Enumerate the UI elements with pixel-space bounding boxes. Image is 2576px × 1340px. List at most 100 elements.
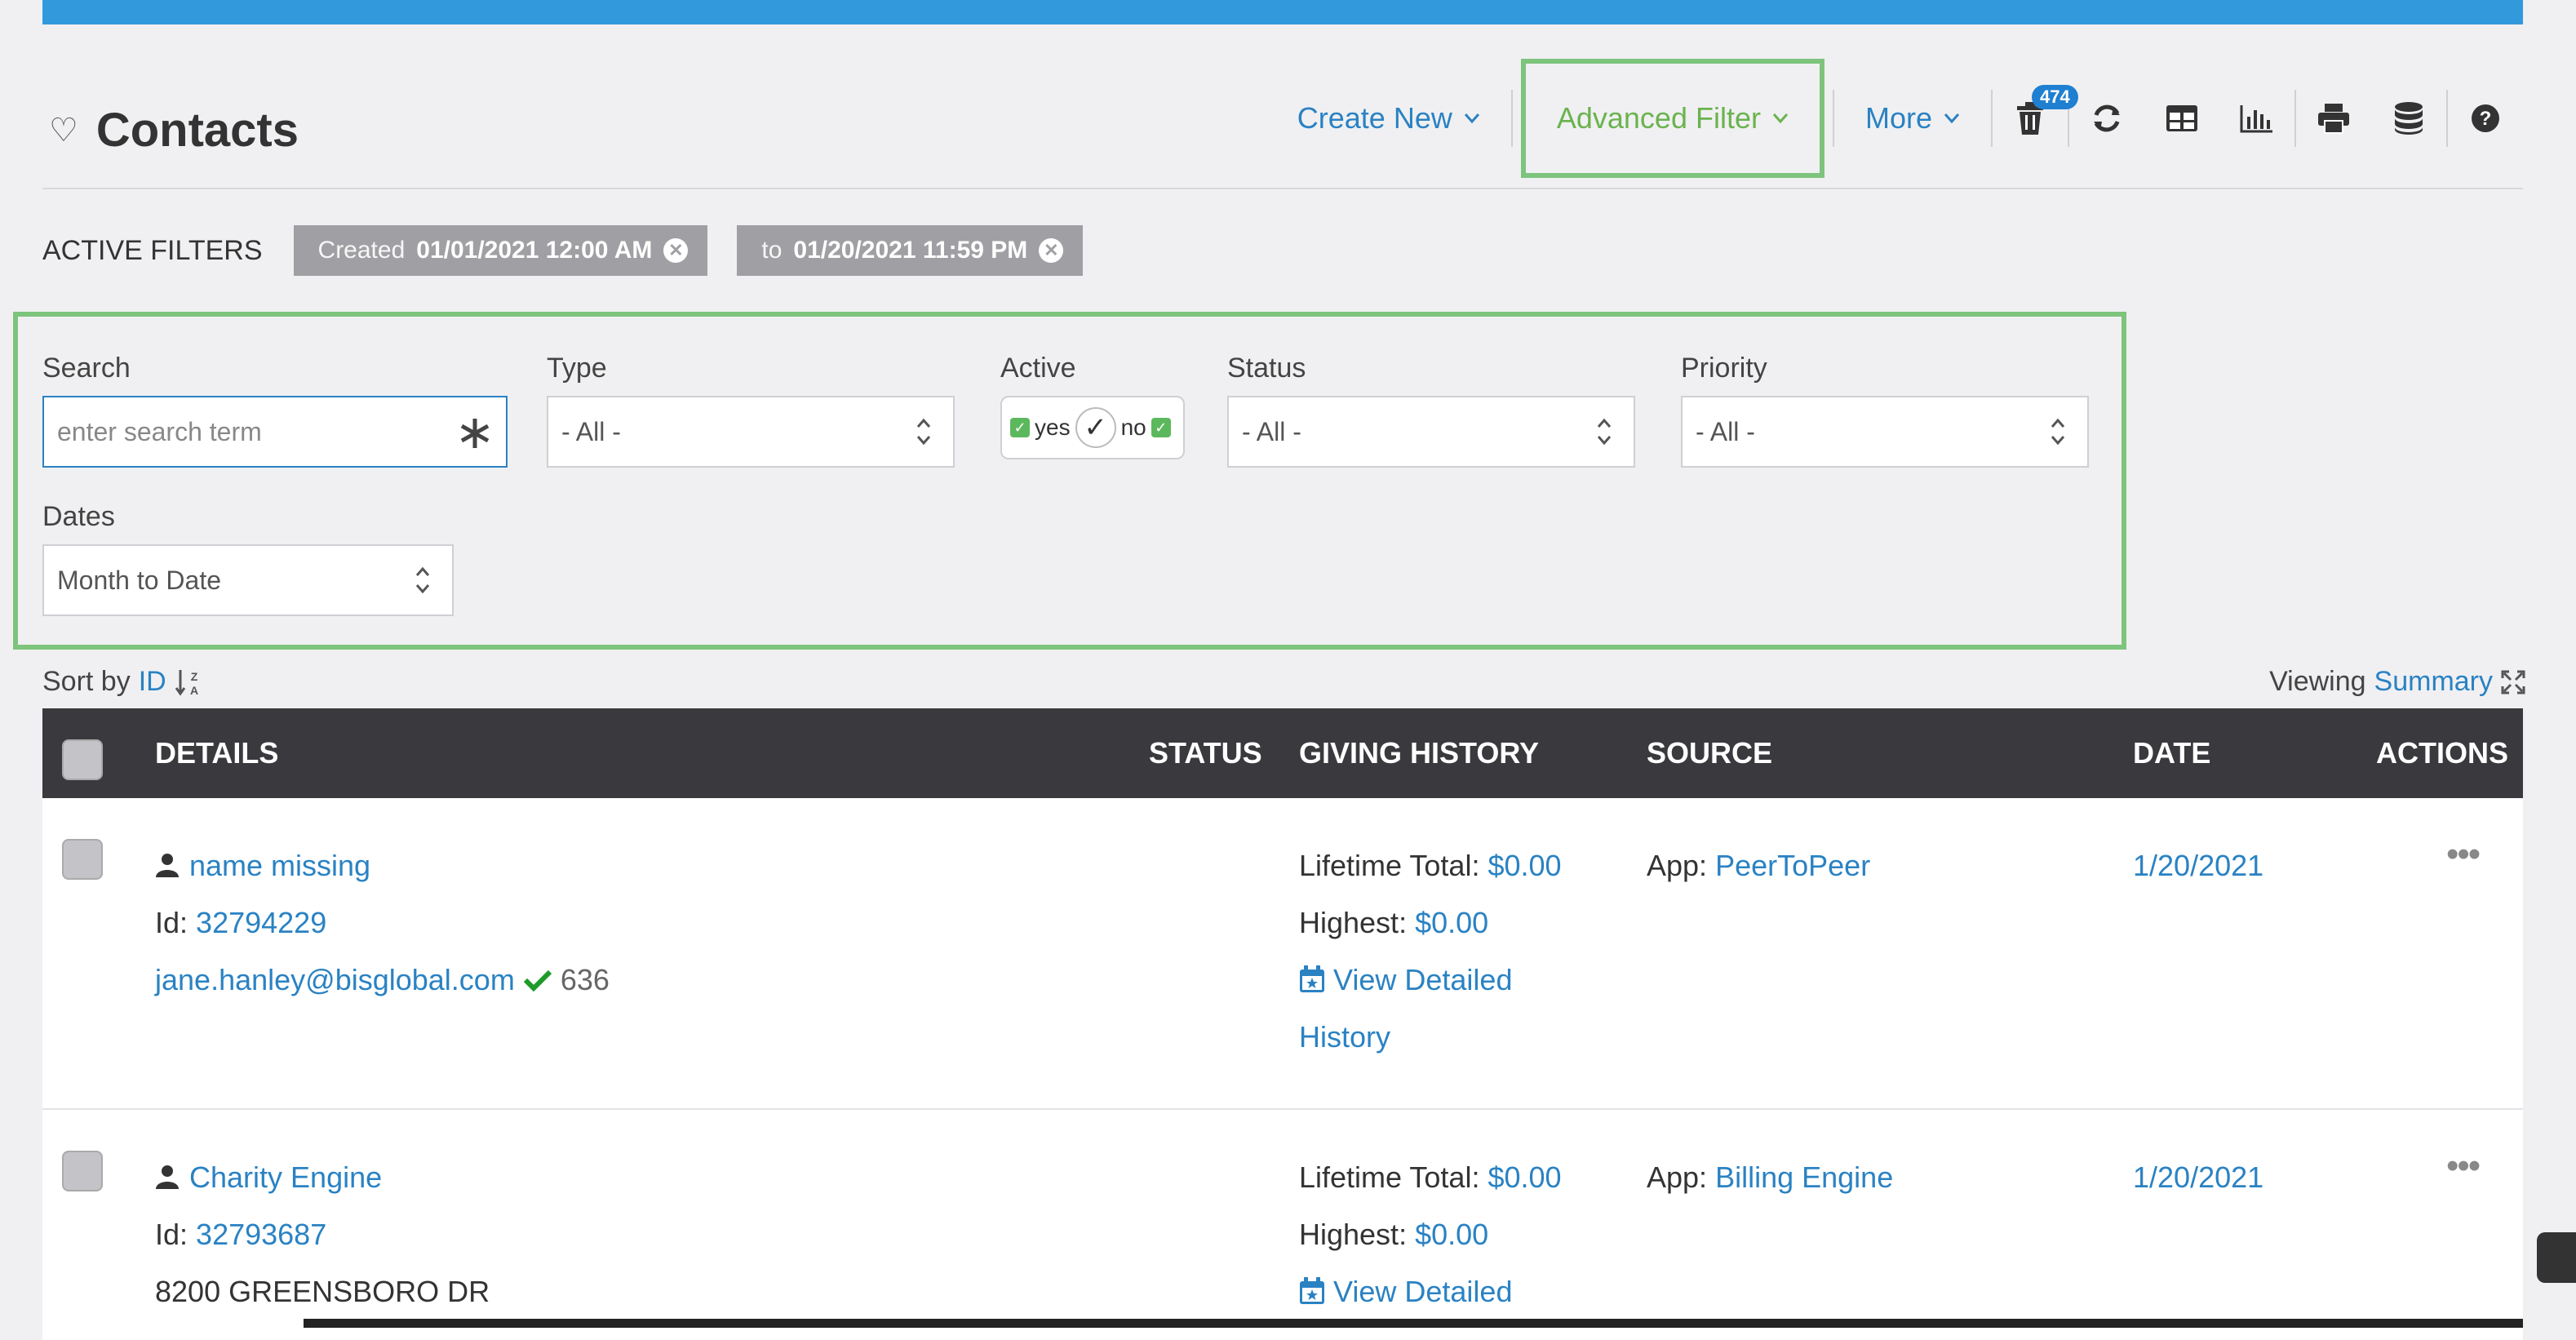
chip-key: to <box>761 237 783 264</box>
source-cell: App: Billing Engine <box>1647 1149 1893 1206</box>
table-view-button[interactable] <box>2144 90 2219 147</box>
type-select[interactable]: - All - <box>547 396 955 468</box>
select-caret-icon <box>916 418 931 446</box>
view-history-link[interactable]: View Detailed <box>1333 1275 1512 1308</box>
remove-filter-icon[interactable]: ✕ <box>1039 238 1064 263</box>
chart-button[interactable] <box>2219 90 2294 147</box>
view-history-link[interactable]: View Detailed <box>1333 963 1512 996</box>
select-caret-icon <box>1597 418 1612 446</box>
page-title: Contacts <box>95 104 299 157</box>
chevron-down-icon <box>1464 113 1479 124</box>
print-button[interactable] <box>2296 90 2371 147</box>
database-button[interactable] <box>2371 90 2446 147</box>
details-cell: name missing Id: 32794229 jane.hanley@bi… <box>155 837 610 1009</box>
check-icon: ✓ <box>1151 418 1171 437</box>
status-group: Status - All - <box>1227 353 1635 468</box>
status-label: Status <box>1227 353 1306 384</box>
help-button[interactable]: ? <box>2448 90 2523 147</box>
expand-icon[interactable] <box>2501 670 2525 694</box>
type-group: Type - All - <box>547 353 955 468</box>
highest-value[interactable]: $0.00 <box>1415 1218 1488 1251</box>
source-label: App: <box>1647 1160 1708 1194</box>
date-link[interactable]: 1/20/2021 <box>2133 1160 2263 1194</box>
remove-filter-icon[interactable]: ✕ <box>663 238 689 263</box>
contact-id-link[interactable]: 32794229 <box>196 906 326 939</box>
active-group: Active ✓ yes ✓ no ✓ <box>1000 353 1196 459</box>
divider <box>1510 90 1513 147</box>
priority-select[interactable]: - All - <box>1681 396 2089 468</box>
database-icon <box>2395 102 2423 135</box>
create-new-label: Create New <box>1297 101 1452 135</box>
lifetime-value[interactable]: $0.00 <box>1488 849 1561 882</box>
giving-cell: Lifetime Total: $0.00 Highest: $0.00 Vie… <box>1299 837 1562 1066</box>
contact-address: 8200 GREENSBORO DR <box>155 1275 490 1308</box>
sort-desc-icon[interactable]: ZA <box>175 668 202 696</box>
filter-chip-to[interactable]: to 01/20/2021 11:59 PM ✕ <box>737 225 1084 276</box>
svg-text:?: ? <box>2480 108 2492 130</box>
source-cell: App: PeerToPeer <box>1647 837 1870 894</box>
user-icon <box>156 854 179 877</box>
viewing-mode-link[interactable]: Summary <box>2374 666 2493 698</box>
check-knob-icon[interactable]: ✓ <box>1075 407 1116 448</box>
col-source[interactable]: SOURCE <box>1647 736 1772 770</box>
refresh-button[interactable] <box>2069 90 2144 147</box>
top-bar <box>42 0 2523 24</box>
active-toggle[interactable]: ✓ yes ✓ no ✓ <box>1000 396 1185 459</box>
create-new-button[interactable]: Create New <box>1266 90 1511 147</box>
col-giving-history[interactable]: GIVING HISTORY <box>1299 736 1539 770</box>
sort-field-link[interactable]: ID <box>139 666 166 698</box>
row-checkbox[interactable] <box>62 1151 103 1191</box>
sort-control: Sort by ID ZA <box>42 666 202 698</box>
contact-name-link[interactable]: Charity Engine <box>189 1160 382 1194</box>
row-checkbox[interactable] <box>62 839 103 880</box>
search-placeholder: enter search term <box>57 416 262 446</box>
search-input[interactable]: enter search term <box>42 396 508 468</box>
chip-value: 01/01/2021 12:00 AM <box>416 237 653 264</box>
highest-value[interactable]: $0.00 <box>1415 906 1488 939</box>
chip-key: Created <box>317 237 406 264</box>
row-actions-icon[interactable]: ••• <box>2446 834 2481 875</box>
source-link[interactable]: Billing Engine <box>1715 1160 1893 1194</box>
trash-button[interactable]: 474 <box>1993 85 2078 147</box>
advanced-filter-panel: Search enter search term Type - All - Ac… <box>13 312 2126 650</box>
status-value: - All - <box>1242 416 1301 446</box>
table-row: Charity Engine Id: 32793687 8200 GREENSB… <box>42 1110 2523 1340</box>
status-select[interactable]: - All - <box>1227 396 1635 468</box>
page-header: ♡ Contacts Create New Advanced Filter Mo… <box>42 57 2523 189</box>
check-icon: ✓ <box>1010 418 1030 437</box>
help-icon: ? <box>2472 104 2499 132</box>
title-area: ♡ Contacts <box>49 103 299 158</box>
heart-icon[interactable]: ♡ <box>49 112 78 149</box>
col-details[interactable]: DETAILS <box>155 736 278 770</box>
sort-label: Sort by <box>42 666 131 697</box>
row-actions-icon[interactable]: ••• <box>2446 1146 2481 1187</box>
dates-select[interactable]: Month to Date <box>42 544 454 616</box>
select-caret-icon <box>415 566 430 594</box>
select-all-checkbox[interactable] <box>62 739 103 780</box>
user-icon <box>156 1165 179 1189</box>
email-extra: 636 <box>560 963 610 996</box>
lifetime-value[interactable]: $0.00 <box>1488 1160 1561 1194</box>
more-button[interactable]: More <box>1834 90 1991 147</box>
asterisk-icon[interactable] <box>459 417 491 450</box>
advanced-filter-button[interactable]: Advanced Filter <box>1520 59 1824 178</box>
id-label: Id: <box>155 1218 188 1251</box>
priority-value: - All - <box>1696 416 1755 446</box>
side-tab[interactable] <box>2537 1232 2576 1283</box>
view-history-link-cont[interactable]: History <box>1299 1020 1390 1054</box>
filter-chip-created[interactable]: Created 01/01/2021 12:00 AM ✕ <box>293 225 708 276</box>
dates-value: Month to Date <box>57 565 221 595</box>
priority-group: Priority - All - <box>1681 353 2089 468</box>
more-label: More <box>1864 101 1932 135</box>
date-link[interactable]: 1/20/2021 <box>2133 849 2263 882</box>
table-row: name missing Id: 32794229 jane.hanley@bi… <box>42 798 2523 1110</box>
col-actions: ACTIONS <box>2376 736 2508 770</box>
contact-id-link[interactable]: 32793687 <box>196 1218 326 1251</box>
contact-email-link[interactable]: jane.hanley@bisglobal.com <box>155 963 515 996</box>
type-value: - All - <box>561 416 621 446</box>
contact-name-link[interactable]: name missing <box>189 849 370 882</box>
dates-group: Dates Month to Date <box>42 501 454 616</box>
source-link[interactable]: PeerToPeer <box>1715 849 1870 882</box>
col-date[interactable]: DATE <box>2133 736 2210 770</box>
col-status[interactable]: STATUS <box>1149 736 1262 770</box>
